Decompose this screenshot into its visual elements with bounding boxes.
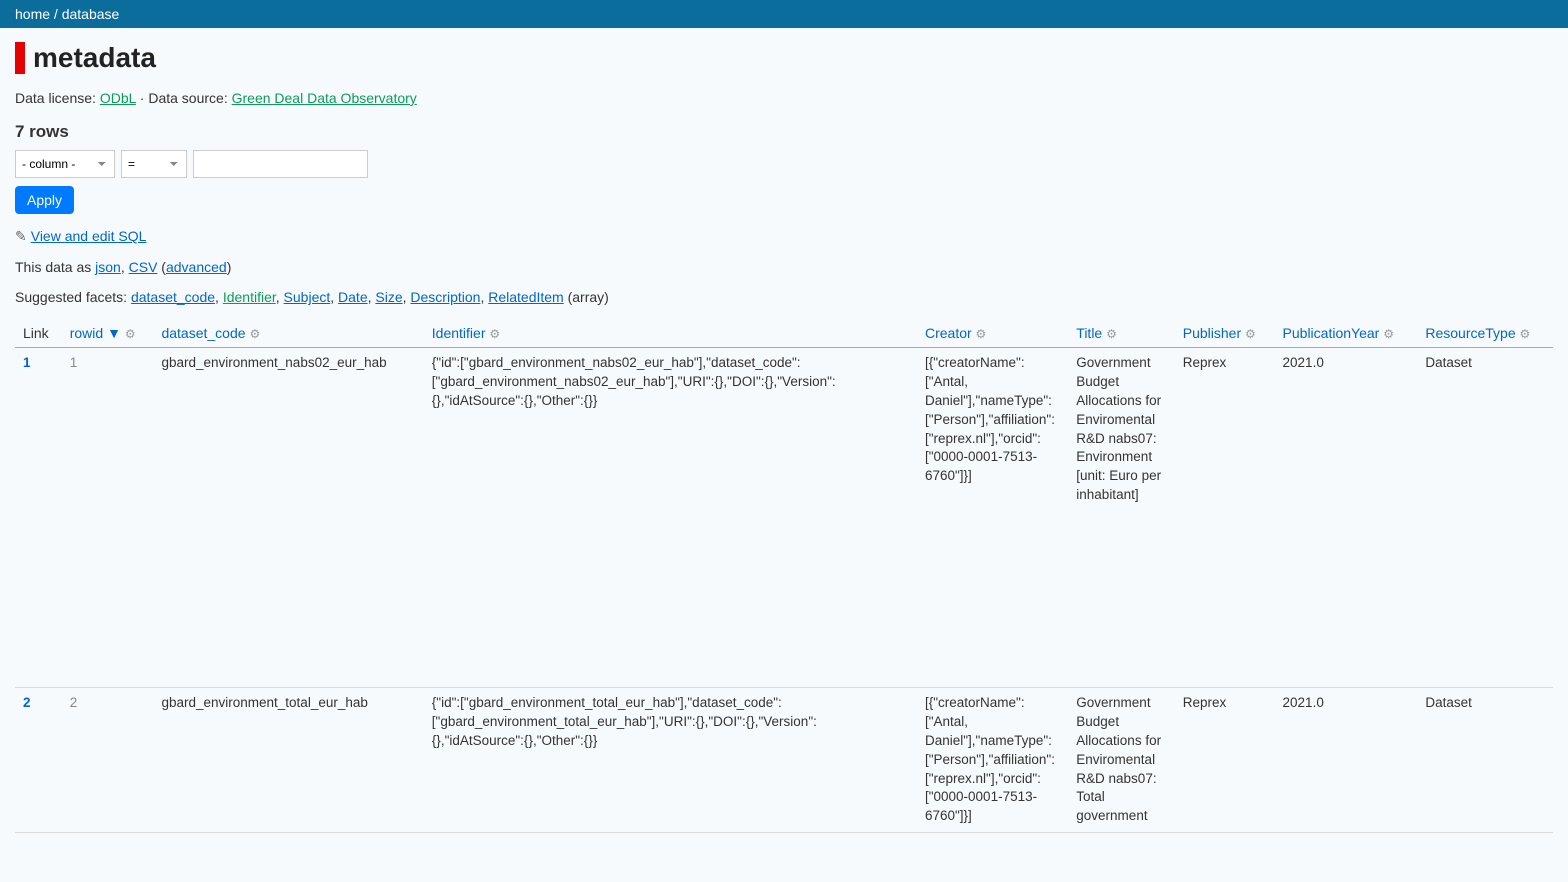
facet-link[interactable]: Description — [410, 289, 480, 305]
facet-link[interactable]: Size — [375, 289, 402, 305]
cell-title: Government Budget Allocations for Enviro… — [1068, 688, 1174, 833]
cell-title: Government Budget Allocations for Enviro… — [1068, 348, 1174, 688]
facets-line: Suggested facets: dataset_code, Identifi… — [15, 289, 1553, 305]
col-dataset-code[interactable]: dataset_code ⚙ — [153, 319, 423, 348]
cell-rowid: 2 — [62, 688, 154, 833]
col-identifier[interactable]: Identifier ⚙ — [424, 319, 917, 348]
page-title: metadata — [15, 42, 1553, 74]
license-link[interactable]: ODbL — [100, 90, 136, 106]
edit-sql-link[interactable]: View and edit SQL — [31, 228, 147, 244]
cell-publisher: Reprex — [1175, 348, 1275, 688]
cell-identifier: {"id":["gbard_environment_nabs02_eur_hab… — [424, 348, 917, 688]
facet-link[interactable]: RelatedItem — [488, 289, 563, 305]
cell-creator: [{"creatorName":["Antal, Daniel"],"nameT… — [917, 348, 1068, 688]
row-count: 7 rows — [15, 122, 1553, 142]
table-row: 2 2 gbard_environment_total_eur_hab {"id… — [15, 688, 1553, 833]
gear-icon[interactable]: ⚙ — [489, 327, 500, 341]
breadcrumb: home / database — [0, 0, 1568, 28]
gear-icon[interactable]: ⚙ — [1520, 327, 1531, 341]
gear-icon[interactable]: ⚙ — [125, 327, 136, 341]
data-table: Link rowid ▼ ⚙ dataset_code ⚙ Identifier… — [15, 319, 1553, 833]
cell-year: 2021.0 — [1275, 348, 1418, 688]
cell-dataset-code: gbard_environment_total_eur_hab — [153, 688, 423, 833]
col-year[interactable]: PublicationYear ⚙ — [1275, 319, 1418, 348]
facet-link[interactable]: Subject — [284, 289, 331, 305]
col-rtype[interactable]: ResourceType ⚙ — [1417, 319, 1553, 348]
export-advanced[interactable]: advanced — [166, 259, 227, 275]
breadcrumb-db[interactable]: database — [62, 6, 120, 22]
export-csv[interactable]: CSV — [129, 259, 158, 275]
filter-operator-select[interactable]: = — [121, 150, 187, 178]
cell-identifier: {"id":["gbard_environment_total_eur_hab"… — [424, 688, 917, 833]
sql-line: ✎View and edit SQL — [15, 228, 1553, 245]
gear-icon[interactable]: ⚙ — [1383, 327, 1394, 341]
col-title[interactable]: Title ⚙ — [1068, 319, 1174, 348]
gear-icon[interactable]: ⚙ — [1245, 327, 1256, 341]
col-creator[interactable]: Creator ⚙ — [917, 319, 1068, 348]
pencil-icon: ✎ — [15, 228, 27, 244]
cell-year: 2021.0 — [1275, 688, 1418, 833]
cell-publisher: Reprex — [1175, 688, 1275, 833]
source-link[interactable]: Green Deal Data Observatory — [232, 90, 417, 106]
facet-link[interactable]: Date — [338, 289, 368, 305]
cell-link[interactable]: 1 — [15, 348, 62, 688]
cell-rtype: Dataset — [1417, 688, 1553, 833]
facet-link[interactable]: dataset_code — [131, 289, 215, 305]
cell-creator: [{"creatorName":["Antal, Daniel"],"nameT… — [917, 688, 1068, 833]
license-line: Data license: ODbL · Data source: Green … — [15, 90, 1553, 106]
table-row: 1 1 gbard_environment_nabs02_eur_hab {"i… — [15, 348, 1553, 688]
gear-icon[interactable]: ⚙ — [249, 327, 260, 341]
gear-icon[interactable]: ⚙ — [976, 327, 987, 341]
gear-icon[interactable]: ⚙ — [1106, 327, 1117, 341]
filter-row: - column - = — [15, 150, 1553, 178]
apply-button[interactable]: Apply — [15, 186, 74, 214]
cell-rtype: Dataset — [1417, 348, 1553, 688]
filter-value-input[interactable] — [193, 150, 368, 178]
cell-dataset-code: gbard_environment_nabs02_eur_hab — [153, 348, 423, 688]
facet-link[interactable]: Identifier — [223, 289, 276, 305]
export-line: This data as json, CSV (advanced) — [15, 259, 1553, 275]
col-rowid[interactable]: rowid ▼ ⚙ — [62, 319, 154, 348]
export-json[interactable]: json — [95, 259, 121, 275]
col-link: Link — [15, 319, 62, 348]
breadcrumb-home[interactable]: home — [15, 6, 50, 22]
cell-link[interactable]: 2 — [15, 688, 62, 833]
cell-rowid: 1 — [62, 348, 154, 688]
table-header-row: Link rowid ▼ ⚙ dataset_code ⚙ Identifier… — [15, 319, 1553, 348]
col-publisher[interactable]: Publisher ⚙ — [1175, 319, 1275, 348]
filter-column-select[interactable]: - column - — [15, 150, 115, 178]
